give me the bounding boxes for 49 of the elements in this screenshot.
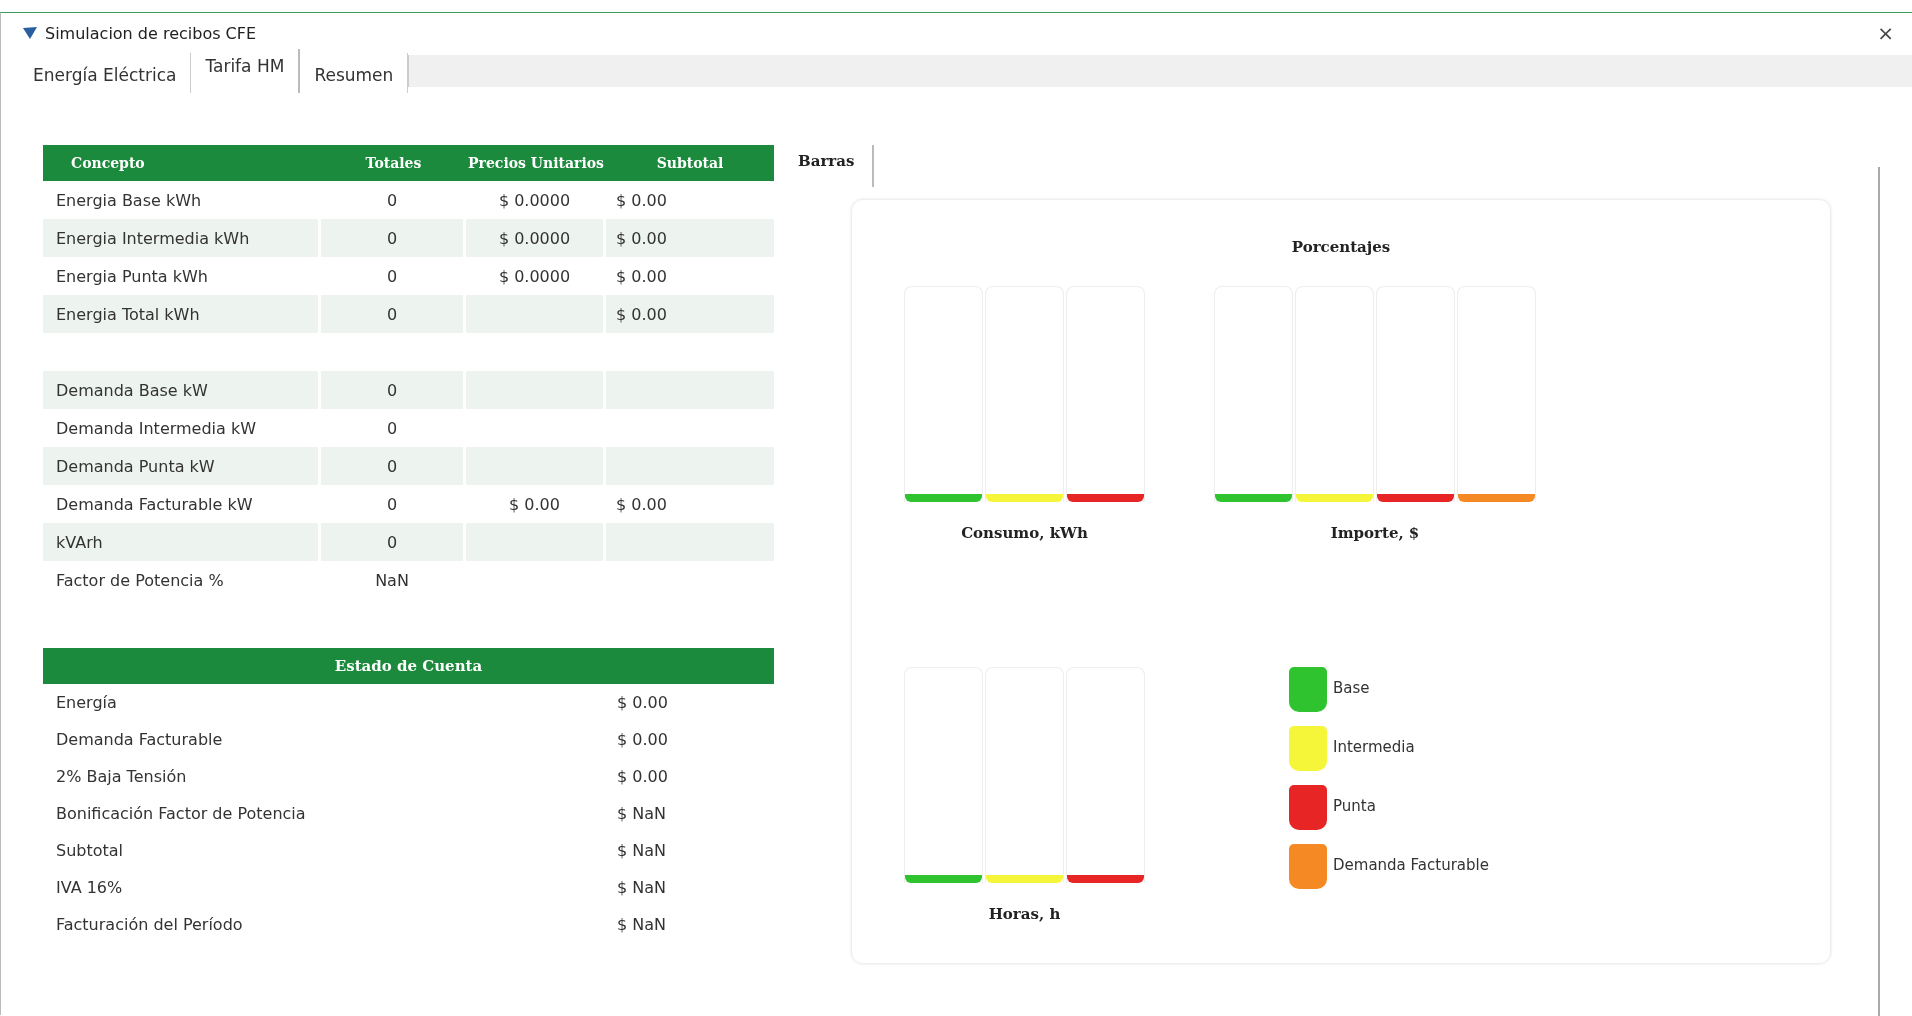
account-value: $ 0.00 bbox=[617, 730, 668, 749]
legend-label: Intermedia bbox=[1333, 737, 1415, 756]
account-label: Facturación del Período bbox=[55, 915, 244, 934]
account-value: $ 0.00 bbox=[617, 693, 668, 712]
table-header: Estado de Cuenta bbox=[43, 648, 774, 684]
window-title: Simulacion de recibos CFE bbox=[45, 23, 258, 43]
table-cell: Energia Intermedia kWh bbox=[43, 219, 321, 257]
account-value: $ NaN bbox=[617, 841, 666, 860]
chart-label: Consumo, kWh bbox=[961, 524, 1088, 542]
table-cell: Energia Total kWh bbox=[43, 295, 321, 333]
account-label: Subtotal bbox=[55, 841, 125, 860]
table-cell: Demanda Punta kW bbox=[43, 447, 321, 485]
table-cell-text: $ 0.00 bbox=[615, 493, 668, 516]
account-value: $ NaN bbox=[617, 915, 666, 934]
account-label: 2% Baja Tensión bbox=[55, 767, 188, 786]
legend-label: Demanda Facturable bbox=[1333, 855, 1489, 874]
table-cell: $ 0.0000 bbox=[466, 219, 606, 257]
chart-title: Porcentajes bbox=[1291, 238, 1391, 256]
column-header: Totales bbox=[364, 155, 423, 171]
account-value: $ NaN bbox=[617, 878, 666, 897]
table-cell: kVArh bbox=[43, 523, 321, 561]
table-cell: 0 bbox=[321, 523, 466, 561]
table-cell-text: $ 0.00 bbox=[615, 189, 668, 212]
column-header: Subtotal bbox=[655, 155, 725, 171]
account-label: Bonificación Factor de Potencia bbox=[55, 804, 307, 823]
account-label: Energía bbox=[55, 693, 118, 712]
table-cell: 0 bbox=[321, 371, 466, 409]
legend-label: Punta bbox=[1333, 796, 1376, 815]
account-label: Demanda Facturable bbox=[55, 730, 224, 749]
table-cell-text: $ 0.00 bbox=[615, 265, 668, 288]
table-cell-text: $ 0.00 bbox=[615, 303, 668, 326]
account-label: IVA 16% bbox=[55, 878, 124, 897]
column-header: Precios Unitarios bbox=[467, 155, 605, 171]
table-cell: 0 bbox=[321, 295, 466, 333]
table-cell: NaN bbox=[321, 561, 466, 599]
close-button[interactable]: × bbox=[1871, 21, 1900, 45]
column-header: Concepto bbox=[70, 155, 146, 171]
chart-label: Horas, h bbox=[988, 905, 1061, 923]
account-value: $ NaN bbox=[617, 804, 666, 823]
table-cell: Factor de Potencia % bbox=[43, 561, 321, 599]
table-cell: Demanda Base kW bbox=[43, 371, 321, 409]
tab[interactable]: Barras bbox=[798, 145, 875, 187]
app-logo-icon bbox=[23, 27, 37, 39]
legend-label: Base bbox=[1333, 678, 1370, 697]
chart-label: Importe, $ bbox=[1330, 524, 1420, 542]
table-cell: 0 bbox=[321, 447, 466, 485]
account-value: $ 0.00 bbox=[617, 767, 668, 786]
table-cell: 0 bbox=[321, 219, 466, 257]
table-cell-text: $ 0.00 bbox=[615, 227, 668, 250]
